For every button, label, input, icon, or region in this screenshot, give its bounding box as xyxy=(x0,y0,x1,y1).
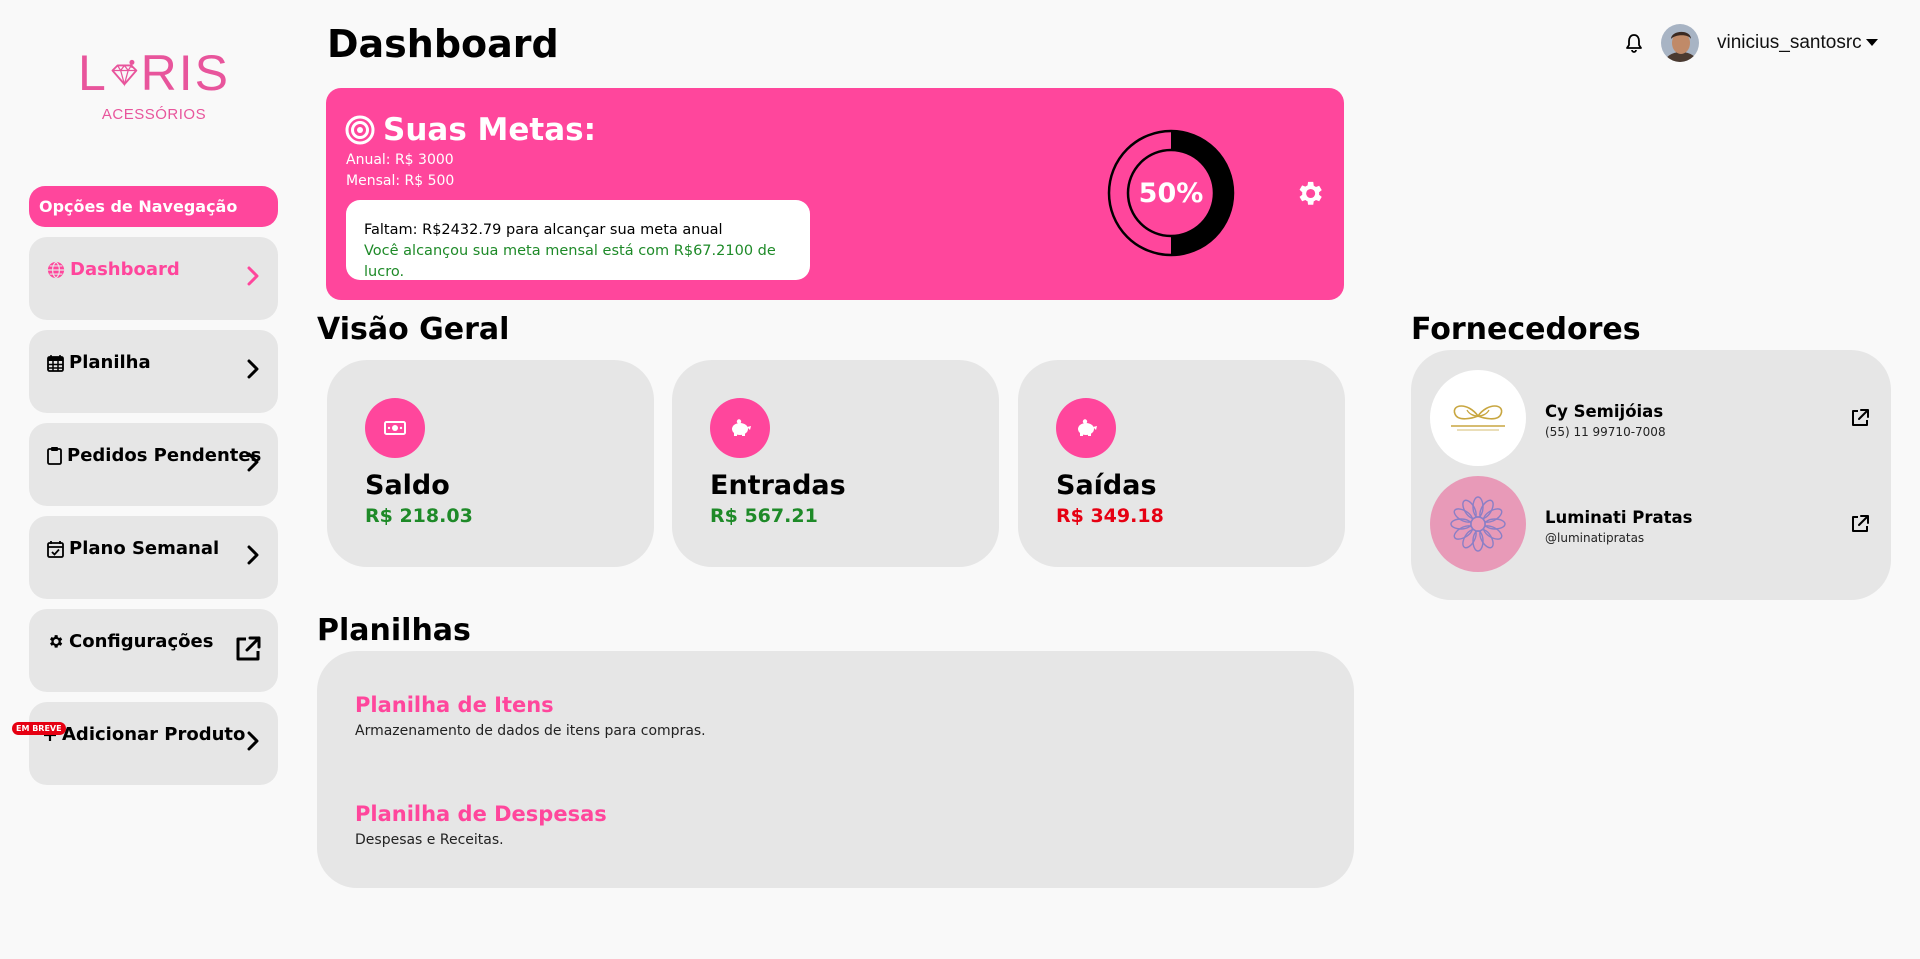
sidebar-item-dashboard[interactable]: Dashboard xyxy=(29,237,278,320)
stat-card-saldo[interactable]: Saldo R$ 218.03 xyxy=(327,360,654,567)
calendar-grid-icon xyxy=(47,354,64,372)
clipboard-icon xyxy=(47,447,62,465)
sheets-title: Planilhas xyxy=(317,613,471,648)
target-icon xyxy=(345,115,375,145)
sidebar-item-configuracoes[interactable]: Configurações xyxy=(29,609,278,692)
supplier-logo xyxy=(1430,476,1526,572)
goal-progress-label: 50% xyxy=(1138,177,1204,209)
money-icon xyxy=(365,398,425,458)
sheet-link-despesas[interactable]: Planilha de Despesas xyxy=(355,802,607,826)
stat-card-entradas[interactable]: Entradas R$ 567.21 xyxy=(672,360,999,567)
external-link-icon[interactable] xyxy=(1850,514,1870,534)
nav-heading: Opções de Navegação xyxy=(29,186,278,227)
gear-icon[interactable] xyxy=(1294,178,1325,209)
chevron-right-icon xyxy=(247,731,259,751)
suppliers-panel: Cy Semijóias (55) 11 99710-7008 Luminati… xyxy=(1411,350,1891,600)
sidebar-item-adicionar-produto[interactable]: EM BREVE Adicionar Produto xyxy=(12,702,278,785)
logo-wordmark: L RIS xyxy=(78,45,230,101)
supplier-name: Luminati Pratas xyxy=(1545,508,1693,527)
user-menu[interactable]: vinicius_santosrc xyxy=(1625,24,1878,62)
external-link-icon[interactable] xyxy=(1850,408,1870,428)
gear-icon xyxy=(50,635,63,648)
stat-label: Entradas xyxy=(710,470,846,501)
logo-subtitle: ACESSÓRIOS xyxy=(101,106,207,123)
avatar[interactable] xyxy=(1661,24,1699,62)
stat-label: Saldo xyxy=(365,470,450,501)
sheets-panel: Planilha de Itens Armazenamento de dados… xyxy=(317,651,1354,888)
chevron-right-icon xyxy=(247,359,259,379)
sidebar-item-planilha[interactable]: Planilha xyxy=(29,330,278,413)
sidebar-item-label: Plano Semanal xyxy=(69,538,220,559)
piggy-bank-icon xyxy=(710,398,770,458)
supplier-contact: (55) 11 99710-7008 xyxy=(1545,425,1666,439)
sheet-description: Armazenamento de dados de itens para com… xyxy=(355,723,706,739)
sidebar-item-pedidos-pendentes[interactable]: Pedidos Pendentes xyxy=(29,423,278,506)
calendar-check-icon xyxy=(47,540,64,558)
username[interactable]: vinicius_santosrc xyxy=(1717,32,1862,54)
sidebar-item-label: Pedidos Pendentes xyxy=(67,445,262,466)
chevron-right-icon xyxy=(247,452,259,472)
external-link-icon xyxy=(236,636,261,661)
coming-soon-badge: EM BREVE xyxy=(12,722,66,735)
chevron-right-icon xyxy=(247,545,259,565)
caret-down-icon[interactable] xyxy=(1865,39,1878,47)
globe-icon xyxy=(47,260,65,279)
goals-title: Suas Metas: xyxy=(383,112,597,148)
sidebar-item-plano-semanal[interactable]: Plano Semanal xyxy=(29,516,278,599)
supplier-name: Cy Semijóias xyxy=(1545,402,1664,421)
stat-value: R$ 218.03 xyxy=(365,505,473,527)
suppliers-title: Fornecedores xyxy=(1411,312,1641,347)
sheet-link-itens[interactable]: Planilha de Itens xyxy=(355,693,554,717)
goals-card: Suas Metas: Anual: R$ 3000 Mensal: R$ 50… xyxy=(326,88,1344,300)
goal-remaining-text: Faltam: R$2432.79 para alcançar sua meta… xyxy=(364,222,723,238)
annual-goal: Anual: R$ 3000 xyxy=(346,152,454,168)
sidebar-item-label: Adicionar Produto xyxy=(62,724,246,745)
monthly-goal: Mensal: R$ 500 xyxy=(346,173,455,189)
bell-icon[interactable] xyxy=(1625,33,1643,53)
page-title: Dashboard xyxy=(327,22,559,66)
goals-message-box: Faltam: R$2432.79 para alcançar sua meta… xyxy=(346,200,810,280)
sidebar-item-label: Configurações xyxy=(69,631,214,652)
sidebar-item-label: Dashboard xyxy=(70,259,180,280)
stat-value: R$ 349.18 xyxy=(1056,505,1164,527)
diamond-icon xyxy=(111,59,138,87)
supplier-row[interactable]: Cy Semijóias (55) 11 99710-7008 xyxy=(1430,370,1870,466)
stat-label: Saídas xyxy=(1056,470,1157,501)
supplier-row[interactable]: Luminati Pratas @luminatipratas xyxy=(1430,476,1870,572)
stat-card-saidas[interactable]: Saídas R$ 349.18 xyxy=(1018,360,1345,567)
goal-achieved-text: Você alcançou sua meta mensal está com R… xyxy=(364,243,776,280)
supplier-logo xyxy=(1430,370,1526,466)
overview-title: Visão Geral xyxy=(317,312,510,347)
supplier-contact: @luminatipratas xyxy=(1545,531,1645,545)
sidebar-item-label: Planilha xyxy=(69,352,151,373)
sheet-description: Despesas e Receitas. xyxy=(355,832,504,848)
brand-logo[interactable]: L RIS ACESSÓRIOS xyxy=(78,44,230,136)
piggy-bank-icon xyxy=(1056,398,1116,458)
chevron-right-icon xyxy=(247,266,259,286)
stat-value: R$ 567.21 xyxy=(710,505,818,527)
